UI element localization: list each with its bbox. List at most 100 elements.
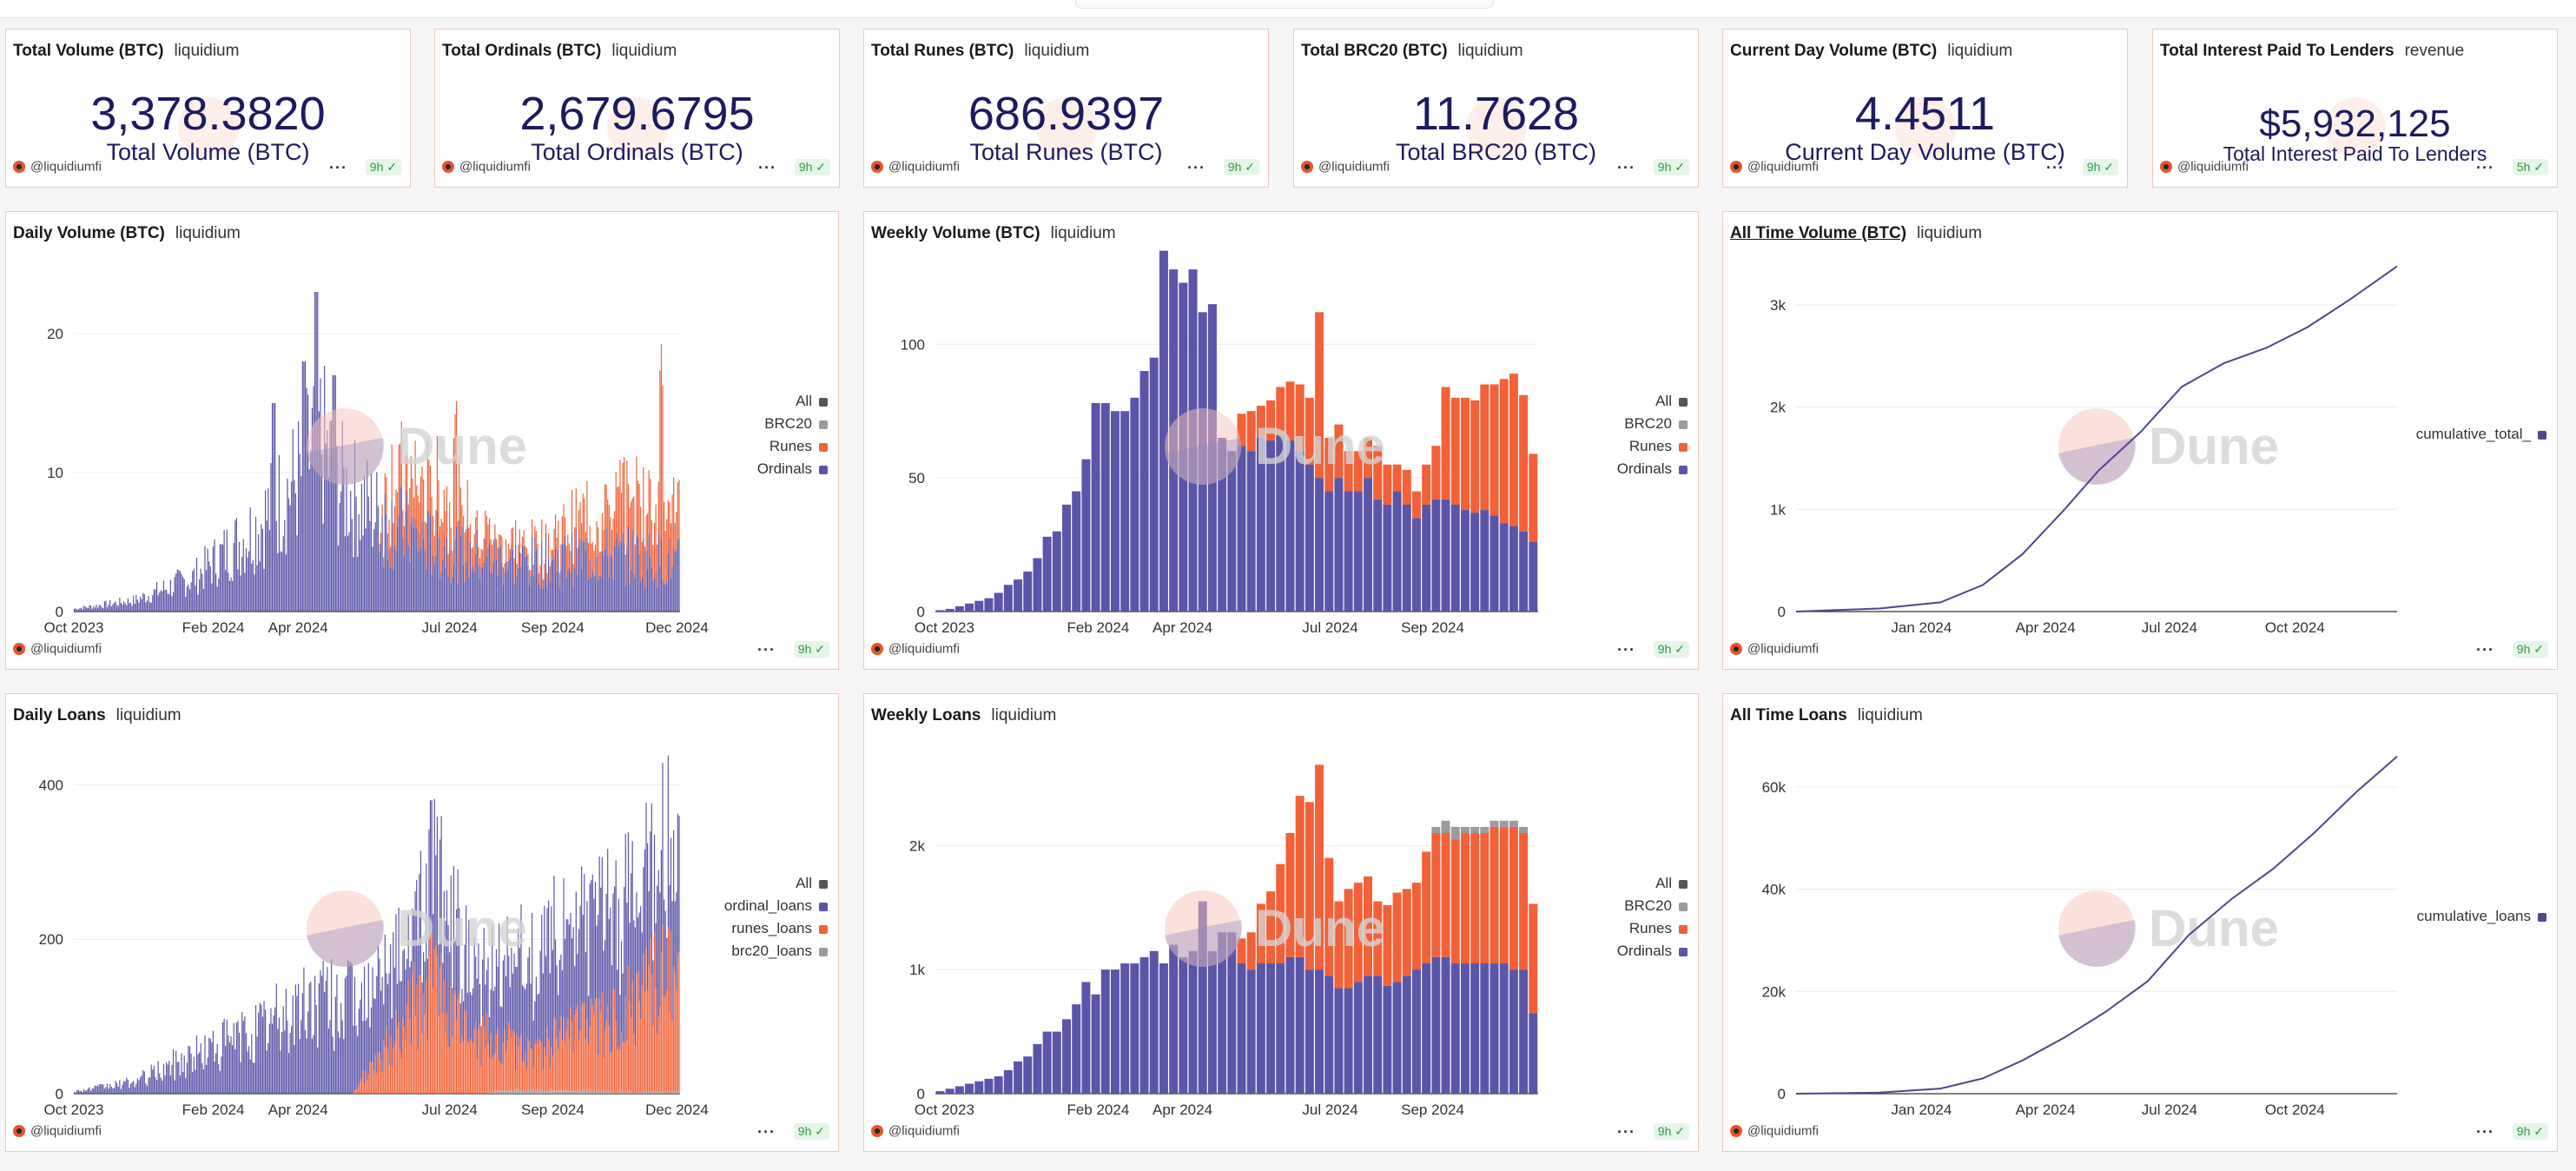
more-options-icon[interactable]: ··· xyxy=(2476,641,2494,659)
legend-item[interactable]: ordinal_loans xyxy=(724,895,828,917)
legend-item[interactable]: brc20_loans xyxy=(724,940,828,963)
bar xyxy=(497,966,499,1029)
bar xyxy=(1344,491,1353,612)
legend-item[interactable]: cumulative_total_ xyxy=(2416,423,2546,446)
more-options-icon[interactable]: ··· xyxy=(2476,1123,2494,1141)
panel-owner[interactable]: revenue xyxy=(2405,42,2465,60)
legend-item[interactable]: All xyxy=(1617,390,1688,413)
counter-total-interest[interactable]: Total Interest Paid To Lenders revenue $5… xyxy=(2152,29,2558,188)
panel-owner[interactable]: liquidium xyxy=(611,42,677,60)
panel-title[interactable]: Total Runes (BTC) xyxy=(871,42,1014,60)
avatar-icon[interactable] xyxy=(13,161,25,174)
more-options-icon[interactable]: ··· xyxy=(1187,159,1205,177)
creator-handle[interactable]: @liquidiumfi xyxy=(1747,160,1819,175)
legend-item[interactable]: BRC20 xyxy=(1617,895,1688,917)
legend-item[interactable]: BRC20 xyxy=(1617,413,1688,435)
legend-item[interactable]: BRC20 xyxy=(757,413,828,435)
creator-handle[interactable]: @liquidiumfi xyxy=(459,160,531,175)
refresh-age-badge[interactable]: 9h ✓ xyxy=(794,159,830,175)
chart-legend[interactable]: All ordinal_loans runes_loans brc20_loans xyxy=(724,872,828,963)
refresh-age-badge[interactable]: 9h ✓ xyxy=(1653,641,1689,658)
creator-handle[interactable]: @liquidiumfi xyxy=(1747,642,1819,657)
more-options-icon[interactable]: ··· xyxy=(1617,1123,1635,1141)
refresh-age-badge[interactable]: 9h ✓ xyxy=(2512,641,2548,658)
creator-handle[interactable]: @liquidiumfi xyxy=(1747,1124,1819,1139)
avatar-icon[interactable] xyxy=(1730,643,1742,656)
refresh-age-badge[interactable]: 9h ✓ xyxy=(2082,159,2118,175)
legend-item[interactable]: All xyxy=(1617,872,1688,895)
refresh-age-badge[interactable]: 9h ✓ xyxy=(2512,1123,2548,1140)
creator-handle[interactable]: @liquidiumfi xyxy=(1318,160,1390,175)
chart-panel-weekly-volume[interactable]: Weekly Volume (BTC) liquidium 0 50 100 Oct 2… xyxy=(863,211,1699,670)
panel-title[interactable]: Total BRC20 (BTC) xyxy=(1301,42,1448,60)
refresh-age-badge[interactable]: 5h ✓ xyxy=(2512,159,2548,175)
more-options-icon[interactable]: ··· xyxy=(2046,159,2064,177)
avatar-icon[interactable] xyxy=(871,1125,883,1138)
refresh-age-badge[interactable]: 9h ✓ xyxy=(365,159,401,175)
more-options-icon[interactable]: ··· xyxy=(1617,641,1635,659)
panel-title[interactable]: Total Volume (BTC) xyxy=(13,42,163,60)
avatar-icon[interactable] xyxy=(13,1125,25,1138)
counter-total-brc20[interactable]: Total BRC20 (BTC) liquidium 11.7628 Total… xyxy=(1293,29,1699,188)
chart-legend[interactable]: All BRC20 Runes Ordinals xyxy=(1617,390,1688,480)
avatar-icon[interactable] xyxy=(871,643,883,656)
more-options-icon[interactable]: ··· xyxy=(329,159,347,177)
chart-legend[interactable]: All BRC20 Runes Ordinals xyxy=(757,390,828,480)
counter-total-runes[interactable]: Total Runes (BTC) liquidium 686.9397 Tota… xyxy=(863,29,1269,188)
avatar-icon[interactable] xyxy=(871,161,883,174)
creator-handle[interactable]: @liquidiumfi xyxy=(30,160,102,175)
panel-owner[interactable]: liquidium xyxy=(1024,42,1089,60)
more-options-icon[interactable]: ··· xyxy=(757,1123,776,1141)
creator-handle[interactable]: @liquidiumfi xyxy=(2177,160,2249,175)
avatar-icon[interactable] xyxy=(1301,161,1313,174)
refresh-age-badge[interactable]: 9h ✓ xyxy=(1653,1123,1689,1140)
legend-item[interactable]: All xyxy=(724,872,828,895)
counter-total-ordinals[interactable]: Total Ordinals (BTC) liquidium 2,679.6795… xyxy=(434,29,840,188)
creator-handle[interactable]: @liquidiumfi xyxy=(888,1124,960,1139)
avatar-icon[interactable] xyxy=(2160,161,2172,174)
more-options-icon[interactable]: ··· xyxy=(1617,159,1635,177)
more-options-icon[interactable]: ··· xyxy=(758,159,776,177)
panel-title[interactable]: Total Ordinals (BTC) xyxy=(442,42,601,60)
search-bar[interactable] xyxy=(1075,0,1494,9)
refresh-age-badge[interactable]: 9h ✓ xyxy=(1653,159,1689,175)
legend-item[interactable]: Runes xyxy=(1617,435,1688,458)
refresh-age-badge[interactable]: 9h ✓ xyxy=(793,641,829,658)
chart-panel-daily-loans[interactable]: Daily Loans liquidium 0 200 400 Oct 2023 Feb … xyxy=(5,693,839,1152)
panel-owner[interactable]: liquidium xyxy=(174,42,239,60)
legend-item[interactable]: Ordinals xyxy=(1617,940,1688,963)
creator-handle[interactable]: @liquidiumfi xyxy=(30,1124,102,1139)
legend-item[interactable]: Runes xyxy=(1617,917,1688,940)
refresh-age-badge[interactable]: 9h ✓ xyxy=(1223,159,1259,175)
avatar-icon[interactable] xyxy=(442,161,454,174)
more-options-icon[interactable]: ··· xyxy=(2476,159,2494,177)
chart-legend[interactable]: cumulative_total_ xyxy=(2416,423,2546,446)
chart-panel-all-time-volume[interactable]: All Time Volume (BTC) liquidium 0 1k 2k 3k Du… xyxy=(1722,211,2558,670)
counter-current-day-volume[interactable]: Current Day Volume (BTC) liquidium 4.4511… xyxy=(1722,29,2128,188)
legend-item[interactable]: Runes xyxy=(757,435,828,458)
legend-item[interactable]: All xyxy=(757,390,828,413)
chart-panel-all-time-loans[interactable]: All Time Loans liquidium 0 20k 40k 60k Dune Ja… xyxy=(1722,693,2558,1152)
refresh-age-badge[interactable]: 9h ✓ xyxy=(793,1123,829,1140)
legend-item[interactable]: cumulative_loans xyxy=(2417,905,2546,928)
chart-panel-daily-volume[interactable]: Daily Volume (BTC) liquidium 0 10 20 Oct 202… xyxy=(5,211,839,670)
legend-item[interactable]: Ordinals xyxy=(1617,458,1688,480)
avatar-icon[interactable] xyxy=(13,643,25,656)
creator-handle[interactable]: @liquidiumfi xyxy=(30,642,102,657)
more-options-icon[interactable]: ··· xyxy=(757,641,776,659)
panel-title[interactable]: Current Day Volume (BTC) xyxy=(1730,42,1937,60)
chart-legend[interactable]: All BRC20 Runes Ordinals xyxy=(1617,872,1688,963)
bar xyxy=(1373,976,1383,1094)
chart-panel-weekly-loans[interactable]: Weekly Loans liquidium 0 1k 2k Oct 2023 Feb 2… xyxy=(863,693,1699,1152)
legend-item[interactable]: Ordinals xyxy=(757,458,828,480)
chart-legend[interactable]: cumulative_loans xyxy=(2417,905,2546,928)
avatar-icon[interactable] xyxy=(1730,161,1742,174)
panel-owner[interactable]: liquidium xyxy=(1947,42,2012,60)
creator-handle[interactable]: @liquidiumfi xyxy=(888,160,960,175)
avatar-icon[interactable] xyxy=(1730,1125,1742,1138)
panel-title[interactable]: Total Interest Paid To Lenders xyxy=(2160,42,2394,60)
counter-total-volume[interactable]: Total Volume (BTC) liquidium 3,378.3820 T… xyxy=(5,29,411,188)
creator-handle[interactable]: @liquidiumfi xyxy=(888,642,960,657)
panel-owner[interactable]: liquidium xyxy=(1458,42,1523,60)
legend-item[interactable]: runes_loans xyxy=(724,917,828,940)
